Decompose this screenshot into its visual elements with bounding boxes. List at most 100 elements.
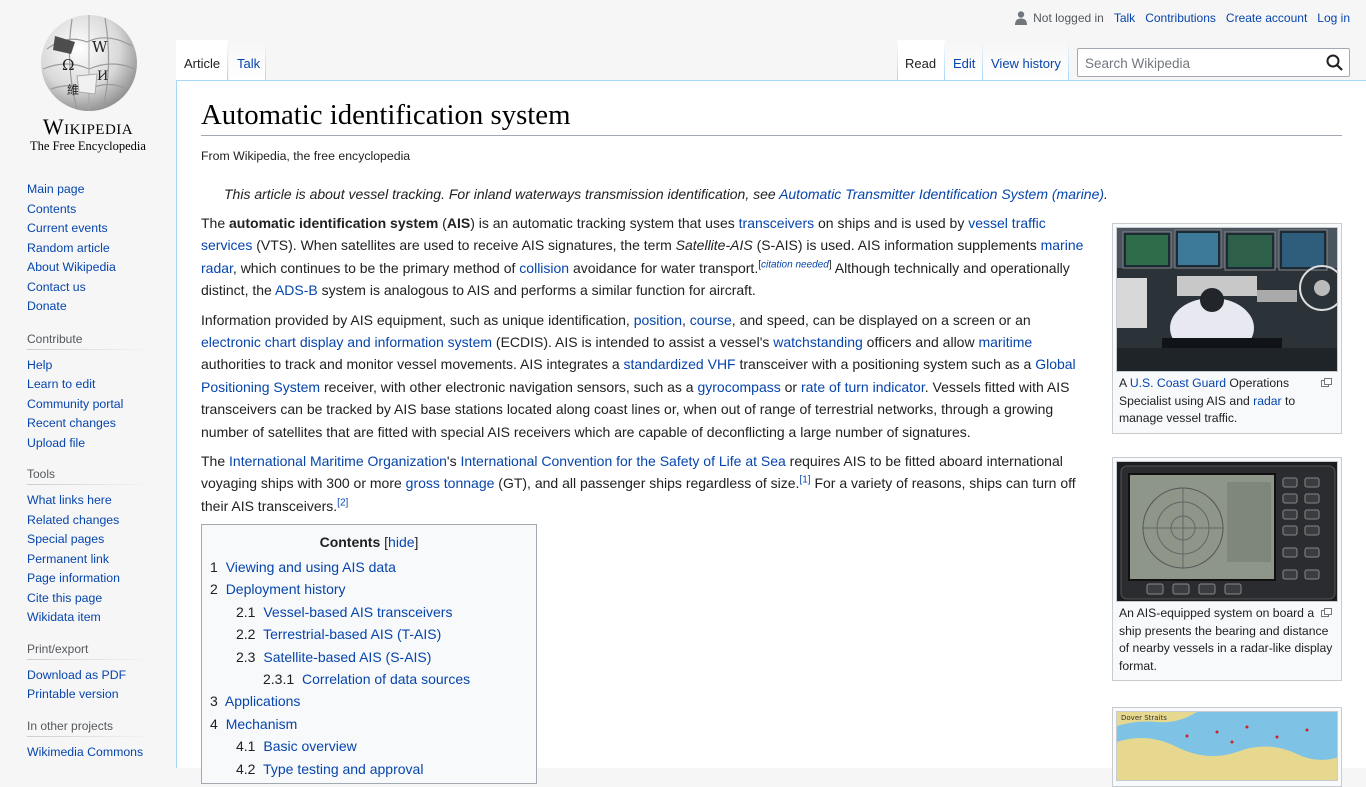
dover-strait-map-image[interactable]: Dover Straits xyxy=(1116,711,1338,781)
search-input[interactable] xyxy=(1083,53,1313,73)
tab-talk[interactable]: Talk xyxy=(229,40,266,80)
sidebar-item-download-pdf[interactable]: Download as PDF xyxy=(27,668,126,682)
toc-number: 2.1 xyxy=(236,603,256,620)
text: ( xyxy=(438,215,447,231)
toc-item[interactable]: 2.2 Terrestrial-based AIS (T-AIS) xyxy=(210,623,528,645)
link-gross-tonnage[interactable]: gross tonnage xyxy=(406,475,495,491)
bold-term: AIS xyxy=(446,215,471,231)
sidebar-item-help[interactable]: Help xyxy=(27,358,52,372)
tab-read[interactable]: Read xyxy=(897,40,945,80)
toc-text: Applications xyxy=(224,693,301,710)
link-rate-of-turn-indicator[interactable]: rate of turn indicator xyxy=(801,379,925,395)
link-us-coast-guard[interactable]: U.S. Coast Guard xyxy=(1130,376,1226,390)
text: , and speed, can be displayed on a scree… xyxy=(731,311,1031,328)
link-collision[interactable]: collision xyxy=(519,260,569,276)
tab-talk-label[interactable]: Talk xyxy=(237,56,260,71)
link-ads-b[interactable]: ADS-B xyxy=(275,282,318,298)
enlarge-icon[interactable] xyxy=(1321,608,1332,617)
text: receiver, with other electronic navigati… xyxy=(320,378,698,395)
tab-view-history-label[interactable]: View history xyxy=(991,56,1061,71)
ais-display-image[interactable] xyxy=(1116,461,1338,602)
toc-item[interactable]: 3 Applications xyxy=(210,690,528,712)
sidebar-item-wikimedia-commons[interactable]: Wikimedia Commons xyxy=(27,745,143,759)
reference-2[interactable]: [2] xyxy=(337,497,348,508)
link-course[interactable]: course xyxy=(690,312,732,328)
hatnote: This article is about vessel tracking. F… xyxy=(224,186,1108,202)
toc-text: Satellite-based AIS (S-AIS) xyxy=(263,648,432,665)
sidebar-item-contents[interactable]: Contents xyxy=(27,202,76,216)
article-content: Automatic identification system From Wik… xyxy=(176,80,1366,787)
tab-view-history[interactable]: View history xyxy=(983,40,1069,80)
link-ecdis[interactable]: electronic chart display and information… xyxy=(201,334,492,350)
tab-article[interactable]: Article xyxy=(176,40,228,80)
toc-item[interactable]: 2.3 Satellite-based AIS (S-AIS) xyxy=(210,646,528,668)
sidebar-item-about-wikipedia[interactable]: About Wikipedia xyxy=(27,260,116,274)
link-gyrocompass[interactable]: gyrocompass xyxy=(697,379,780,395)
sidebar-navigation: Main page Contents Current events Random… xyxy=(27,180,151,317)
sidebar-item-printable-version[interactable]: Printable version xyxy=(27,687,119,701)
text: on ships and is used by xyxy=(814,215,969,231)
toc-item[interactable]: 4.1 Basic overview xyxy=(210,735,528,757)
sidebar-item-special-pages[interactable]: Special pages xyxy=(27,532,104,546)
talk-link[interactable]: Talk xyxy=(1114,11,1135,25)
sidebar-item-wikidata-item[interactable]: Wikidata item xyxy=(27,610,101,624)
text: , which continues to be the primary meth… xyxy=(232,259,520,276)
wikipedia-logo[interactable]: Ω W 維 И Wikipedia The Free Encyclopedia xyxy=(0,0,176,160)
link-radar[interactable]: radar xyxy=(1253,394,1281,408)
sidebar-item-random-article[interactable]: Random article xyxy=(27,241,110,255)
toc-hide-toggle[interactable]: hide xyxy=(388,534,414,550)
paragraph-imo: The International Maritime Organization'… xyxy=(201,450,1086,517)
sidebar-item-current-events[interactable]: Current events xyxy=(27,221,108,235)
search-icon[interactable] xyxy=(1326,54,1343,71)
link-imo[interactable]: International Maritime Organization xyxy=(229,453,447,469)
hatnote-end: . xyxy=(1104,186,1108,202)
text: (VTS). When satellites are used to recei… xyxy=(252,237,676,254)
link-maritime[interactable]: maritime xyxy=(978,334,1032,350)
sidebar-print-export: Print/export Download as PDF Printable v… xyxy=(27,641,151,705)
sidebar-item-recent-changes[interactable]: Recent changes xyxy=(27,416,116,430)
sidebar-item-permanent-link[interactable]: Permanent link xyxy=(27,552,109,566)
link-transceivers[interactable]: transceivers xyxy=(739,215,814,231)
hatnote-link[interactable]: Automatic Transmitter Identification Sys… xyxy=(779,186,1104,202)
sidebar-item-community-portal[interactable]: Community portal xyxy=(27,397,123,411)
text: The xyxy=(201,453,230,470)
toc-item[interactable]: 4 Mechanism xyxy=(210,713,528,735)
create-account-link[interactable]: Create account xyxy=(1226,11,1307,25)
link-watchstanding[interactable]: watchstanding xyxy=(773,334,863,350)
toc-item[interactable]: 1 Viewing and using AIS data xyxy=(210,556,528,578)
coast-guard-operator-image[interactable] xyxy=(1116,227,1338,372)
citation-needed: [citation needed] xyxy=(758,259,831,270)
sidebar-item-main-page[interactable]: Main page xyxy=(27,182,84,196)
reference-1[interactable]: [1] xyxy=(799,475,810,486)
page-title: Automatic identification system xyxy=(201,99,1342,136)
link-position[interactable]: position xyxy=(634,312,682,328)
sidebar-item-page-information[interactable]: Page information xyxy=(27,571,120,585)
citation-needed-link[interactable]: citation needed xyxy=(761,259,829,270)
contributions-link[interactable]: Contributions xyxy=(1145,11,1216,25)
link-solas[interactable]: International Convention for the Safety … xyxy=(460,453,785,469)
dover-strait-map: Dover Straits xyxy=(1117,712,1337,780)
log-in-link[interactable]: Log in xyxy=(1317,11,1350,25)
sidebar-tools: Tools What links here Related changes Sp… xyxy=(27,467,151,628)
sidebar-contribute-heading: Contribute xyxy=(27,331,151,350)
sidebar-item-related-changes[interactable]: Related changes xyxy=(27,513,119,527)
sidebar-item-donate[interactable]: Donate xyxy=(27,299,67,313)
toc-text: Deployment history xyxy=(225,581,346,598)
sidebar: Main page Contents Current events Random… xyxy=(0,180,176,776)
enlarge-icon[interactable] xyxy=(1321,378,1332,387)
sidebar-item-what-links-here[interactable]: What links here xyxy=(27,493,112,507)
thumbnail-ais-display: An AIS-equipped system on board a ship p… xyxy=(1112,457,1342,681)
link-standardized-vhf[interactable]: standardized VHF xyxy=(624,356,736,372)
sidebar-other-projects: In other projects Wikimedia Commons xyxy=(27,718,151,763)
sidebar-item-learn-to-edit[interactable]: Learn to edit xyxy=(27,377,95,391)
sidebar-item-contact-us[interactable]: Contact us xyxy=(27,280,86,294)
tab-edit[interactable]: Edit xyxy=(945,40,983,80)
toc-item[interactable]: 2 Deployment history xyxy=(210,578,528,600)
toc-item[interactable]: 2.1 Vessel-based AIS transceivers xyxy=(210,601,528,623)
toc-item[interactable]: 4.2 Type testing and approval xyxy=(210,758,528,780)
toc-item[interactable]: 2.3.1 Correlation of data sources xyxy=(210,668,528,690)
tab-edit-label[interactable]: Edit xyxy=(953,56,975,71)
sidebar-item-upload-file[interactable]: Upload file xyxy=(27,436,85,450)
sidebar-item-cite-this-page[interactable]: Cite this page xyxy=(27,591,102,605)
paragraph-information: Information provided by AIS equipment, s… xyxy=(201,309,1086,443)
